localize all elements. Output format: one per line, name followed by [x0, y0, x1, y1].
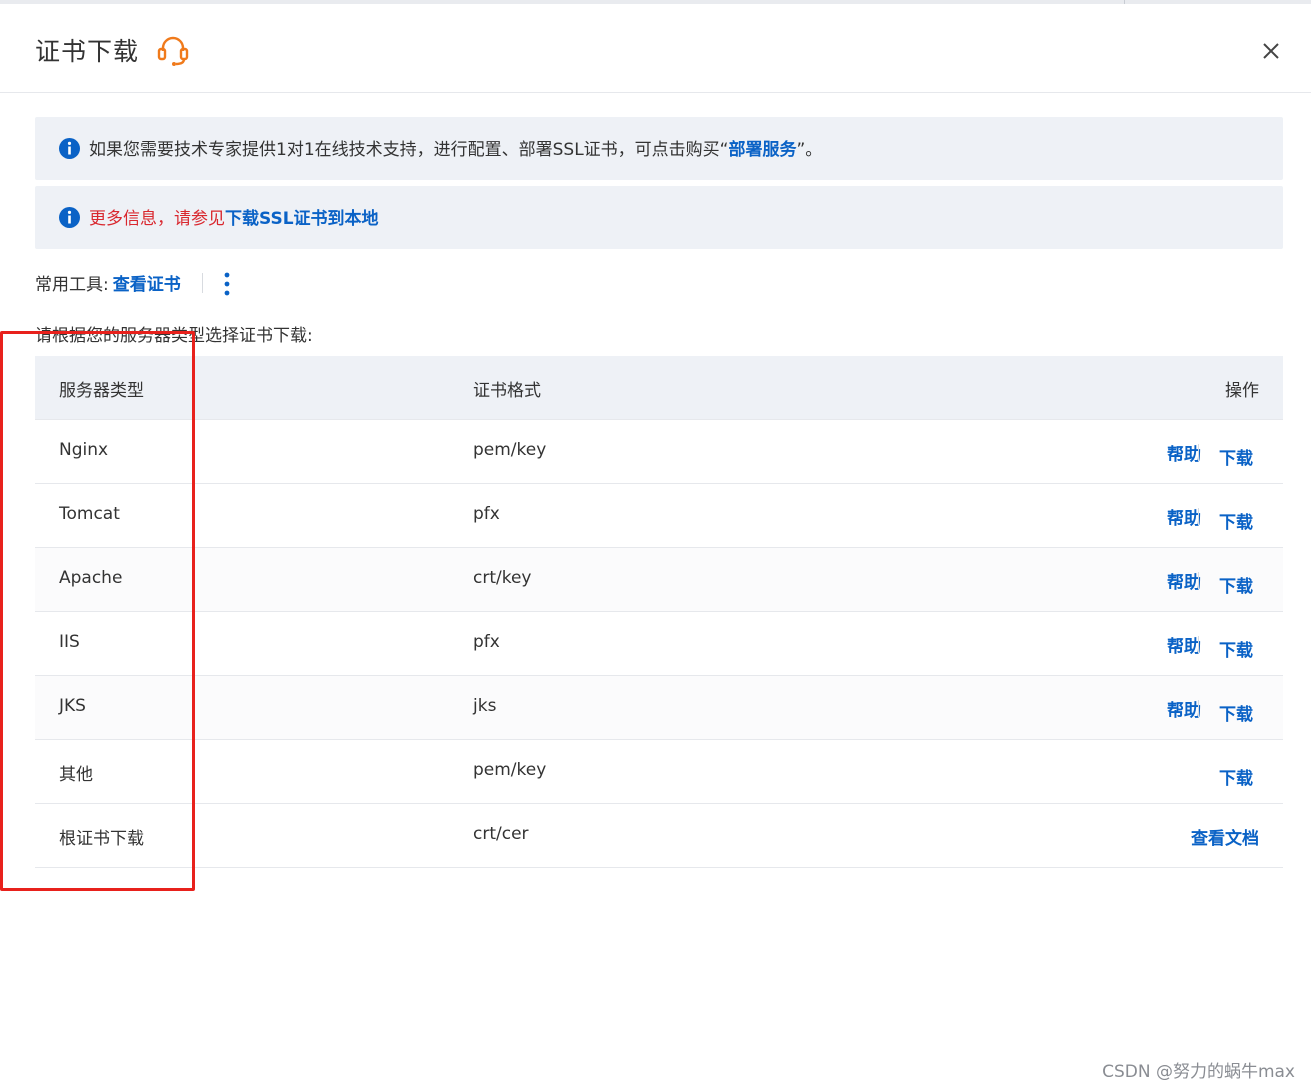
header-server-type: 服务器类型: [59, 381, 144, 401]
download-link[interactable]: 下载: [1219, 444, 1253, 469]
table-row: 其他 pem/key 下载: [35, 740, 1283, 804]
download-link[interactable]: 下载: [1219, 636, 1253, 661]
help-link[interactable]: 帮助: [1167, 568, 1201, 593]
format-cell: pfx: [473, 504, 500, 524]
view-cert-link[interactable]: 查看证书: [113, 275, 181, 295]
help-link[interactable]: 帮助: [1167, 504, 1201, 529]
dialog-title: 证书下载: [35, 37, 140, 66]
info-circle-icon: [59, 138, 80, 159]
table-row: IIS pfx 帮助 下载: [35, 612, 1283, 676]
help-link[interactable]: 帮助: [1167, 632, 1201, 657]
instruction-text: 请根据您的服务器类型选择证书下载:: [35, 326, 313, 346]
vertical-ellipsis-icon[interactable]: [220, 270, 234, 298]
table-row: Apache crt/key 帮助 下载: [35, 548, 1283, 612]
download-link[interactable]: 下载: [1219, 508, 1253, 533]
table-row: JKS jks 帮助 下载: [35, 676, 1283, 740]
help-link[interactable]: 帮助: [1167, 440, 1201, 465]
table-row: 根证书下载 crt/cer 查看文档: [35, 804, 1283, 868]
info-circle-icon: [59, 207, 80, 228]
dialog-header: 证书下载: [0, 4, 1311, 93]
headset-icon[interactable]: [155, 35, 191, 67]
format-cell: pem/key: [473, 440, 547, 460]
action-divider: [1198, 700, 1199, 717]
format-cell: jks: [473, 696, 497, 716]
format-cell: pem/key: [473, 760, 547, 780]
action-divider: [1198, 508, 1199, 525]
download-ssl-guide-link[interactable]: 下载SSL证书到本地: [225, 209, 379, 229]
server-type-cell: 其他: [59, 765, 93, 785]
server-type-cell: 根证书下载: [59, 829, 144, 849]
server-type-cell: Apache: [59, 568, 123, 588]
table-header: 服务器类型 证书格式 操作: [35, 356, 1283, 420]
format-cell: crt/key: [473, 568, 532, 588]
common-tools: 常用工具: 查看证书: [35, 270, 181, 295]
close-icon[interactable]: [1258, 38, 1284, 64]
table-row: Nginx pem/key 帮助 下载: [35, 420, 1283, 484]
format-cell: crt/cer: [473, 824, 529, 844]
server-type-cell: JKS: [59, 696, 86, 716]
deploy-service-link[interactable]: 部署服务: [729, 140, 797, 160]
action-divider: [1198, 636, 1199, 653]
watermark: CSDN @努力的蜗牛max: [1102, 1062, 1295, 1082]
cert-download-table: 服务器类型 证书格式 操作 Nginx pem/key 帮助 下载 Tomcat…: [35, 356, 1283, 868]
action-divider: [1198, 444, 1199, 461]
tech-support-notice: 如果您需要技术专家提供1对1在线技术支持，进行配置、部署SSL证书，可点击购买“…: [35, 117, 1283, 180]
tools-divider: [202, 273, 203, 293]
server-type-cell: Tomcat: [59, 504, 120, 524]
format-cell: pfx: [473, 632, 500, 652]
common-tools-label: 常用工具:: [35, 275, 109, 295]
tech-support-suffix: ”。: [796, 140, 823, 160]
header-actions: 操作: [1225, 381, 1259, 401]
more-info-text: 更多信息，请参见下载SSL证书到本地: [89, 204, 379, 229]
server-type-cell: IIS: [59, 632, 80, 652]
tech-support-prefix: 如果您需要技术专家提供1对1在线技术支持，进行配置、部署SSL证书，可点击购买“: [89, 140, 729, 160]
more-info-prefix: 更多信息，请参见: [89, 209, 225, 229]
header-format: 证书格式: [473, 381, 541, 401]
download-link[interactable]: 下载: [1219, 700, 1253, 725]
download-link[interactable]: 下载: [1219, 572, 1253, 597]
view-docs-link[interactable]: 查看文档: [1191, 824, 1259, 849]
action-divider: [1198, 572, 1199, 589]
server-type-cell: Nginx: [59, 440, 109, 460]
download-link[interactable]: 下载: [1219, 764, 1253, 789]
help-link[interactable]: 帮助: [1167, 696, 1201, 721]
table-row: Tomcat pfx 帮助 下载: [35, 484, 1283, 548]
more-info-notice: 更多信息，请参见下载SSL证书到本地: [35, 186, 1283, 249]
tech-support-text: 如果您需要技术专家提供1对1在线技术支持，进行配置、部署SSL证书，可点击购买“…: [89, 135, 822, 160]
